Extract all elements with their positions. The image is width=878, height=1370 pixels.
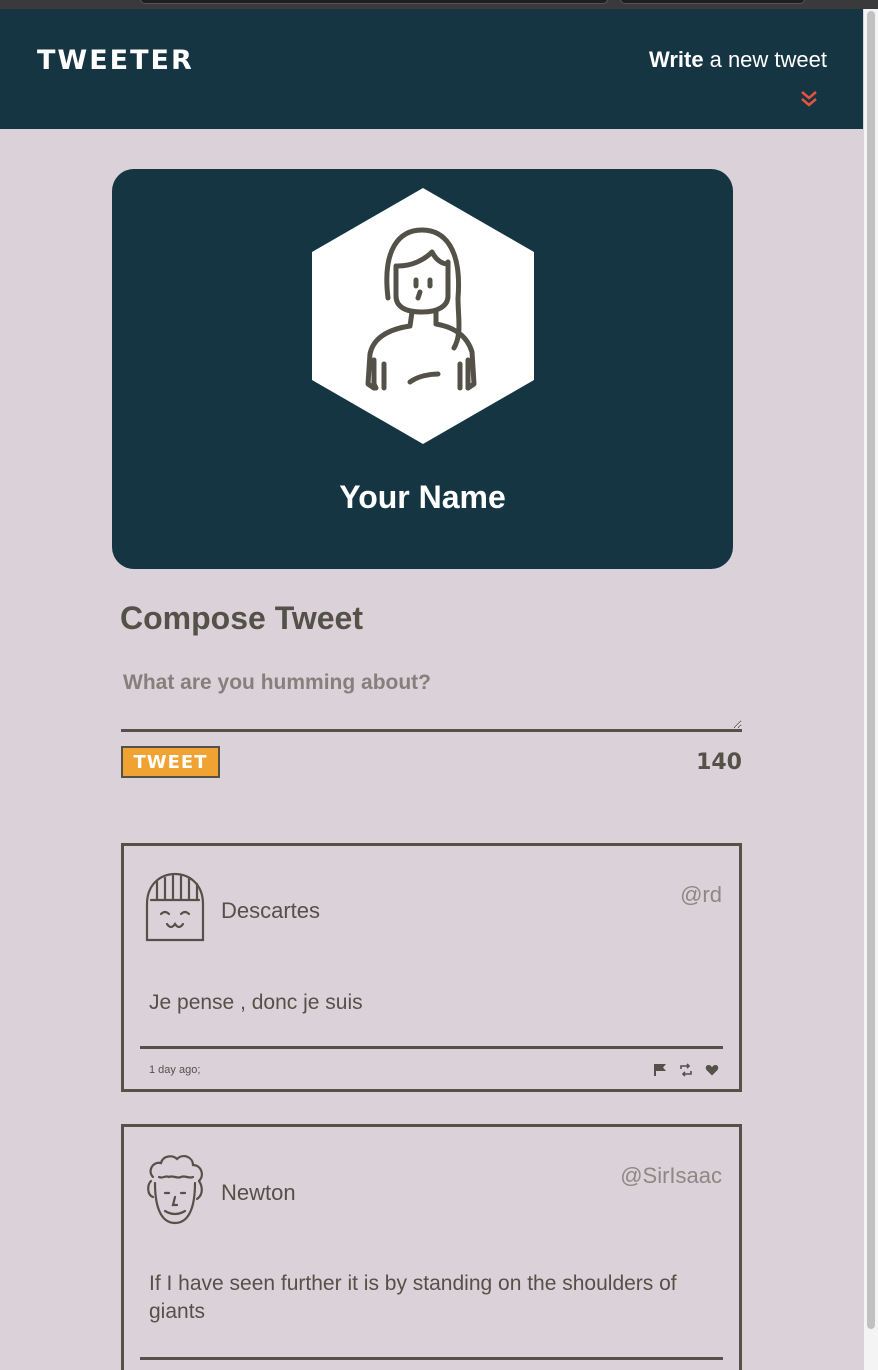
tweet-timestamp: 1 day ago; bbox=[149, 1064, 201, 1076]
app-logo[interactable]: TWEETER bbox=[37, 45, 194, 76]
write-link-bold: Write bbox=[648, 47, 704, 72]
tweet-divider bbox=[140, 1357, 723, 1360]
tweet-card: Newton @SirIsaac If I have seen further … bbox=[121, 1124, 742, 1370]
profile-name: Your Name bbox=[339, 479, 506, 515]
double-chevron-down-icon[interactable] bbox=[799, 89, 819, 109]
tweet-divider bbox=[140, 1046, 723, 1049]
tweet-handle[interactable]: @SirIsaac bbox=[620, 1163, 722, 1189]
tweet-content: If I have seen further it is by standing… bbox=[149, 1272, 677, 1323]
tweet-content: Je pense , donc je suis bbox=[149, 991, 363, 1014]
flag-icon[interactable] bbox=[653, 1063, 667, 1077]
tweet-card: Descartes @rd Je pense , donc je suis 1 … bbox=[121, 843, 742, 1092]
tweet-submit-button[interactable]: TWEET bbox=[121, 746, 220, 778]
navbar: TWEETER Write a new tweet bbox=[0, 9, 863, 129]
tweet-author: Newton bbox=[221, 1180, 296, 1205]
profile-card: Your Name bbox=[112, 169, 733, 569]
profile-avatar-hexagon bbox=[312, 188, 534, 444]
retweet-icon[interactable] bbox=[679, 1063, 693, 1077]
browser-search-bar[interactable] bbox=[620, 0, 805, 4]
browser-address-bar[interactable] bbox=[140, 0, 608, 4]
browser-chrome-strip bbox=[0, 0, 878, 9]
compose-textarea[interactable] bbox=[121, 665, 742, 732]
tweet-actions bbox=[653, 1063, 719, 1077]
write-link-text: a new tweet bbox=[709, 47, 827, 72]
compose-title: Compose Tweet bbox=[120, 600, 363, 636]
page-scrollbar[interactable] bbox=[863, 9, 878, 1370]
heart-icon[interactable] bbox=[705, 1063, 719, 1077]
user-avatar-icon bbox=[145, 872, 205, 942]
scrollbar-thumb[interactable] bbox=[867, 11, 875, 1329]
write-new-tweet-link[interactable]: Write a new tweet bbox=[649, 47, 827, 73]
tweet-author: Descartes bbox=[221, 898, 321, 923]
user-avatar-icon bbox=[147, 1155, 203, 1225]
tweet-handle[interactable]: @rd bbox=[680, 882, 722, 908]
character-counter: 140 bbox=[696, 750, 742, 775]
